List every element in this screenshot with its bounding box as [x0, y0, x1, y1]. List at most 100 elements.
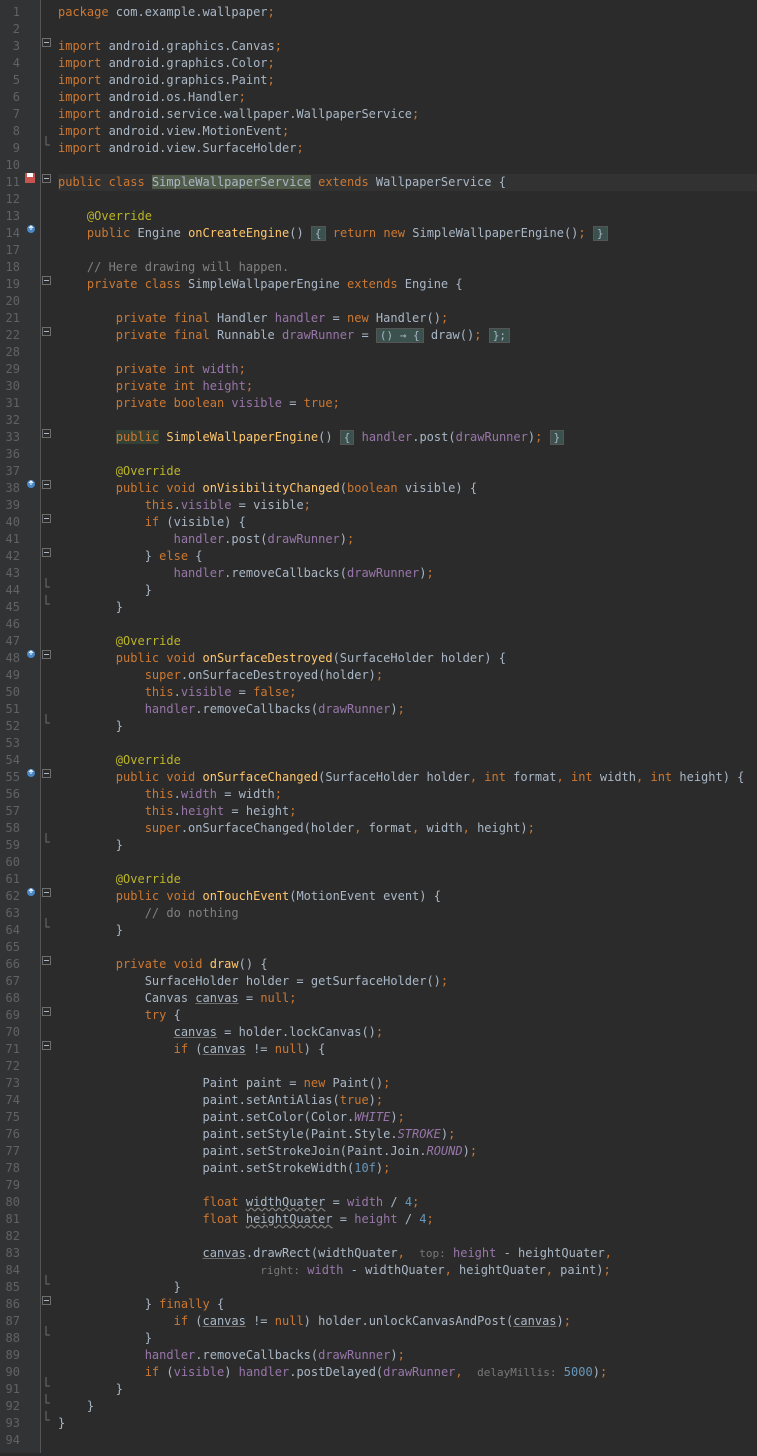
fold-cell[interactable] — [41, 1394, 52, 1411]
fold-collapse-icon[interactable] — [42, 327, 51, 336]
override-icon[interactable] — [26, 479, 36, 489]
fold-collapse-icon[interactable] — [42, 650, 51, 659]
code-line[interactable]: if (visible) handler.postDelayed(drawRun… — [58, 1364, 757, 1381]
fold-end-icon[interactable] — [41, 1275, 51, 1292]
line-number[interactable]: 37 — [4, 463, 20, 480]
code-line[interactable]: import android.service.wallpaper.Wallpap… — [58, 106, 757, 123]
line-number[interactable]: 46 — [4, 616, 20, 633]
code-line[interactable] — [58, 854, 757, 871]
line-number[interactable]: 64 — [4, 922, 20, 939]
line-number[interactable]: 52 — [4, 718, 20, 735]
code-line[interactable] — [58, 21, 757, 38]
line-number[interactable]: 55 — [4, 769, 20, 786]
fold-collapse-icon[interactable] — [42, 548, 51, 557]
code-line[interactable]: right: width - widthQuater, heightQuater… — [58, 1262, 757, 1279]
code-line[interactable]: } — [58, 1279, 757, 1296]
code-line[interactable] — [58, 1058, 757, 1075]
line-number[interactable]: 79 — [4, 1177, 20, 1194]
code-line[interactable]: public void onVisibilityChanged(boolean … — [58, 480, 757, 497]
code-line[interactable]: } — [58, 718, 757, 735]
fold-collapse-icon[interactable] — [42, 429, 51, 438]
code-line[interactable] — [58, 616, 757, 633]
line-number[interactable]: 68 — [4, 990, 20, 1007]
code-line[interactable]: private void draw() { — [58, 956, 757, 973]
line-number[interactable]: 7 — [4, 106, 20, 123]
code-line[interactable]: public void onSurfaceChanged(SurfaceHold… — [58, 769, 757, 786]
code-line[interactable]: canvas = holder.lockCanvas(); — [58, 1024, 757, 1041]
code-line[interactable]: public void onSurfaceDestroyed(SurfaceHo… — [58, 650, 757, 667]
code-line[interactable]: @Override — [58, 752, 757, 769]
line-number[interactable]: 90 — [4, 1364, 20, 1381]
code-line[interactable]: private boolean visible = true; — [58, 395, 757, 412]
code-line[interactable]: this.height = height; — [58, 803, 757, 820]
line-number[interactable]: 76 — [4, 1126, 20, 1143]
fold-cell[interactable] — [41, 1037, 52, 1054]
code-line[interactable]: paint.setAntiAlias(true); — [58, 1092, 757, 1109]
code-line[interactable] — [58, 293, 757, 310]
fold-end-icon[interactable] — [41, 918, 51, 935]
line-number[interactable]: 54 — [4, 752, 20, 769]
line-number[interactable]: 22 — [4, 327, 20, 344]
line-number[interactable]: 93 — [4, 1415, 20, 1432]
line-number[interactable]: 6 — [4, 89, 20, 106]
code-line[interactable]: public SimpleWallpaperEngine() { handler… — [58, 429, 757, 446]
line-number[interactable]: 78 — [4, 1160, 20, 1177]
line-number[interactable]: 39 — [4, 497, 20, 514]
line-number[interactable]: 82 — [4, 1228, 20, 1245]
line-number[interactable]: 10 — [4, 157, 20, 174]
fold-end-icon[interactable] — [41, 578, 51, 595]
line-number[interactable]: 61 — [4, 871, 20, 888]
code-line[interactable]: package com.example.wallpaper; — [58, 4, 757, 21]
line-number[interactable]: 91 — [4, 1381, 20, 1398]
line-number[interactable]: 13 — [4, 208, 20, 225]
code-line[interactable]: float widthQuater = width / 4; — [58, 1194, 757, 1211]
line-number[interactable]: 12 — [4, 191, 20, 208]
code-line[interactable]: import android.os.Handler; — [58, 89, 757, 106]
code-line[interactable]: import android.view.SurfaceHolder; — [58, 140, 757, 157]
line-number[interactable]: 30 — [4, 378, 20, 395]
code-line[interactable]: handler.removeCallbacks(drawRunner); — [58, 1347, 757, 1364]
line-number[interactable]: 14 — [4, 225, 20, 242]
fold-cell[interactable] — [41, 578, 52, 595]
fold-collapse-icon[interactable] — [42, 956, 51, 965]
fold-cell[interactable] — [41, 34, 52, 51]
code-line[interactable]: } — [58, 1381, 757, 1398]
fold-gutter[interactable] — [40, 0, 52, 1453]
code-line[interactable]: } — [58, 1330, 757, 1347]
code-line[interactable]: } — [58, 599, 757, 616]
fold-end-icon[interactable] — [41, 136, 51, 153]
code-line[interactable]: if (canvas != null) holder.unlockCanvasA… — [58, 1313, 757, 1330]
code-line[interactable]: public Engine onCreateEngine() { return … — [58, 225, 757, 242]
fold-end-icon[interactable] — [41, 1377, 51, 1394]
fold-cell[interactable] — [41, 1003, 52, 1020]
line-number[interactable]: 38 — [4, 480, 20, 497]
line-number[interactable]: 48 — [4, 650, 20, 667]
line-number[interactable]: 69 — [4, 1007, 20, 1024]
line-number[interactable]: 32 — [4, 412, 20, 429]
line-number[interactable]: 59 — [4, 837, 20, 854]
code-line[interactable]: @Override — [58, 871, 757, 888]
fold-collapse-icon[interactable] — [42, 1041, 51, 1050]
fold-cell[interactable] — [41, 136, 52, 153]
line-number[interactable]: 57 — [4, 803, 20, 820]
code-line[interactable]: @Override — [58, 463, 757, 480]
line-number[interactable]: 40 — [4, 514, 20, 531]
code-line[interactable] — [58, 157, 757, 174]
line-number[interactable]: 77 — [4, 1143, 20, 1160]
code-line[interactable]: } else { — [58, 548, 757, 565]
line-number[interactable]: 33 — [4, 429, 20, 446]
fold-cell[interactable] — [41, 884, 52, 901]
code-line[interactable]: this.visible = false; — [58, 684, 757, 701]
fold-collapse-icon[interactable] — [42, 769, 51, 778]
line-number[interactable]: 63 — [4, 905, 20, 922]
line-number[interactable]: 56 — [4, 786, 20, 803]
code-line[interactable]: handler.removeCallbacks(drawRunner); — [58, 565, 757, 582]
code-line[interactable]: } — [58, 922, 757, 939]
line-number[interactable]: 4 — [4, 55, 20, 72]
line-number[interactable]: 41 — [4, 531, 20, 548]
line-number[interactable]: 89 — [4, 1347, 20, 1364]
code-line[interactable]: import android.graphics.Paint; — [58, 72, 757, 89]
fold-end-icon[interactable] — [41, 595, 51, 612]
code-line[interactable]: public class SimpleWallpaperService exte… — [58, 174, 757, 191]
fold-cell[interactable] — [41, 833, 52, 850]
